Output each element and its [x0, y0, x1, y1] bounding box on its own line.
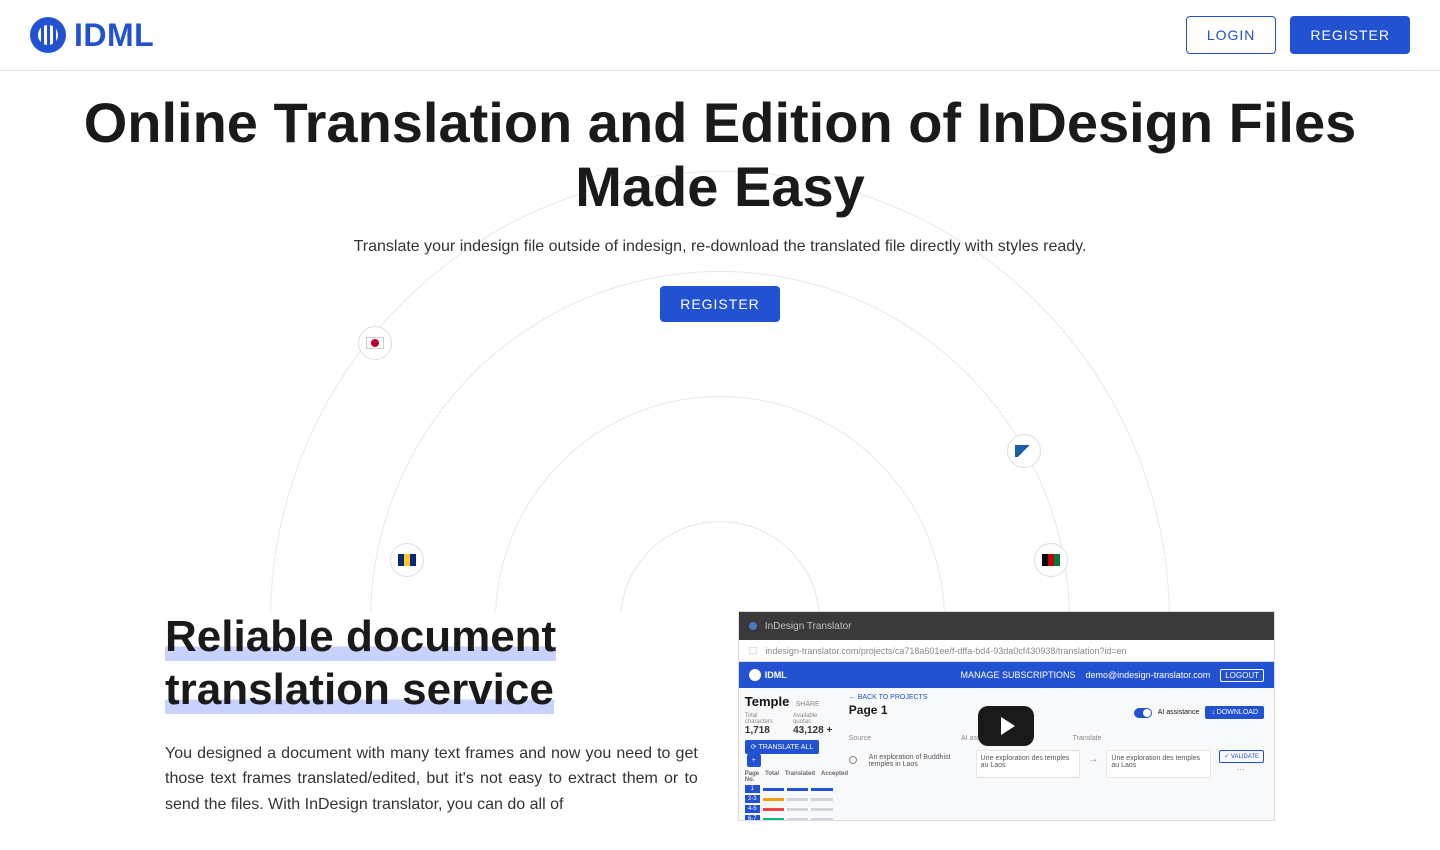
logo-text: IDML	[74, 17, 154, 54]
table-row: 6-7	[745, 815, 833, 821]
play-button-icon[interactable]	[978, 706, 1034, 746]
user-email: demo@indesign-translator.com	[1086, 670, 1211, 680]
register-button[interactable]: REGISTER	[1290, 16, 1410, 54]
browser-url-bar: ⬚ indesign-translator.com/projects/ca718…	[739, 640, 1274, 662]
download-button: ↓ DOWNLOAD	[1205, 706, 1264, 719]
service-body: You designed a document with many text f…	[165, 741, 698, 818]
more-icon: ⋯	[1237, 765, 1247, 774]
translate-cell: Une exploration des temples au Laos	[1106, 750, 1211, 778]
share-label: SHARE	[796, 701, 820, 708]
tab-favicon-icon	[749, 622, 757, 630]
hero-register-button[interactable]: REGISTER	[660, 286, 780, 322]
app-nav: IDML MANAGE SUBSCRIPTIONS demo@indesign-…	[739, 662, 1274, 688]
th-total: Total	[765, 771, 779, 783]
service-section: Reliable document translation service Yo…	[145, 611, 1295, 821]
tab-title: InDesign Translator	[765, 621, 852, 632]
pages-table: Page No. Total Translated Accepted 1 2-3…	[745, 771, 833, 821]
stat-quota-label: Available quotas	[793, 713, 833, 725]
flag-icon-generic-1	[1007, 434, 1041, 468]
flag-icon-barbados	[390, 543, 424, 577]
ai-toggle	[1134, 708, 1152, 718]
service-text: Reliable document translation service Yo…	[165, 611, 698, 817]
stat-total-chars-value: 1,718	[745, 725, 783, 736]
hero-title: Online Translation and Edition of InDesi…	[20, 91, 1420, 220]
col-translate: Translate	[1073, 735, 1102, 742]
logo-icon	[30, 17, 66, 53]
col-source: Source	[849, 735, 871, 742]
translate-all-button: ⟳ TRANSLATE ALL	[745, 740, 819, 754]
ai-toggle-label: AI assistance	[1158, 709, 1200, 716]
table-row: 4-5	[745, 805, 833, 813]
browser-tab: InDesign Translator	[739, 612, 1274, 640]
manage-subscriptions-link: MANAGE SUBSCRIPTIONS	[960, 670, 1075, 680]
site-header: IDML LOGIN REGISTER	[0, 0, 1440, 71]
logo[interactable]: IDML	[30, 17, 154, 54]
th-page: Page No.	[745, 771, 759, 783]
service-heading: Reliable document translation service	[165, 611, 698, 717]
validate-button: ✓ VALIDATE	[1219, 750, 1264, 763]
app-logo-icon	[749, 669, 761, 681]
back-link: ← BACK TO PROJECTS	[849, 694, 1264, 701]
project-sidebar: Temple SHARE Total characters 1,718 Avai…	[739, 688, 839, 821]
demo-video[interactable]: InDesign Translator ⬚ indesign-translato…	[738, 611, 1275, 821]
flag-icon-japan	[358, 326, 392, 360]
editor-panel: ← BACK TO PROJECTS Page 1 AI assistance …	[839, 688, 1274, 821]
project-title: Temple	[745, 694, 790, 709]
ai-cell: Une exploration des temples au Laos	[976, 750, 1081, 778]
row-status-icon	[849, 756, 857, 764]
stat-total-chars-label: Total characters	[745, 713, 783, 725]
hero-subtitle: Translate your indesign file outside of …	[20, 238, 1420, 256]
hero-section: Online Translation and Edition of InDesi…	[0, 71, 1440, 611]
url-shield-icon: ⬚	[749, 645, 758, 656]
arrow-icon: →	[1088, 754, 1098, 765]
table-row: 1	[745, 785, 833, 793]
flag-icon-afghanistan	[1034, 543, 1068, 577]
app-logo-text: IDML	[765, 670, 787, 680]
nav-buttons: LOGIN REGISTER	[1186, 16, 1410, 54]
app-logo: IDML	[749, 669, 787, 681]
stat-quota-value: 43,128 +	[793, 725, 833, 736]
url-text: indesign-translator.com/projects/ca718a6…	[765, 646, 1126, 656]
th-translated: Translated	[785, 771, 815, 783]
source-cell: An exploration of Buddhist temples in La…	[865, 750, 968, 778]
add-button: +	[747, 754, 761, 767]
table-row: 2-3	[745, 795, 833, 803]
login-button[interactable]: LOGIN	[1186, 16, 1277, 54]
logout-button: LOGOUT	[1220, 669, 1264, 682]
